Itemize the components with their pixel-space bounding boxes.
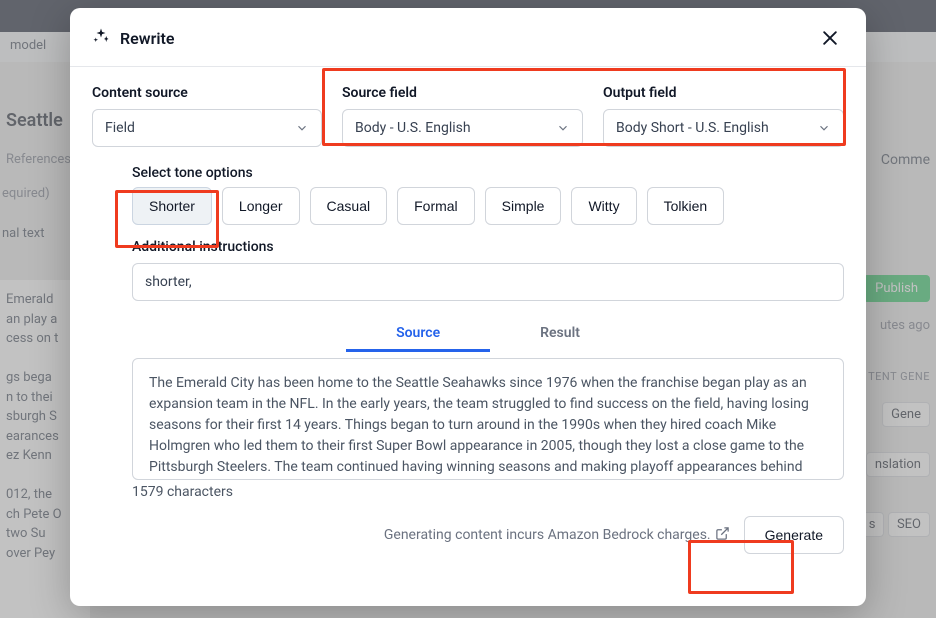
tone-button-tolkien[interactable]: Tolkien (647, 187, 725, 225)
tone-button-simple[interactable]: Simple (485, 187, 562, 225)
tone-button-casual[interactable]: Casual (310, 187, 388, 225)
tone-button-longer[interactable]: Longer (222, 187, 300, 225)
source-field-select[interactable]: Body - U.S. English (342, 109, 583, 147)
tone-options: Shorter Longer CasualFormal SimpleWitty Tolk… (132, 187, 844, 225)
content-source-select[interactable]: Field (92, 109, 322, 147)
chevron-down-icon (556, 121, 570, 135)
chevron-down-icon (817, 121, 831, 135)
output-field-label: Output field (603, 85, 844, 101)
character-count: 1579 characters (132, 484, 844, 500)
source-text-content: The Emerald City has been home to the Se… (149, 375, 809, 480)
content-source-value: Field (105, 120, 135, 136)
source-field-label: Source field (342, 85, 583, 101)
tone-label: Select tone options (132, 165, 844, 181)
source-result-tabs: Source Result (132, 317, 844, 352)
modal-header: Rewrite (70, 8, 866, 67)
tab-result[interactable]: Result (490, 317, 630, 352)
tone-button-witty[interactable]: Witty (571, 187, 636, 225)
tone-button-shorter[interactable]: Shorter (132, 187, 212, 225)
modal-title-text: Rewrite (120, 29, 174, 48)
tab-source[interactable]: Source (346, 317, 490, 352)
tone-button-formal[interactable]: Formal (397, 187, 475, 225)
additional-instructions-input[interactable] (132, 263, 844, 301)
generate-button[interactable]: Generate (744, 516, 844, 554)
source-field-value: Body - U.S. English (355, 120, 471, 136)
bedrock-notice: Generating content incurs Amazon Bedrock… (384, 526, 730, 545)
content-source-label: Content source (92, 85, 322, 101)
bedrock-notice-text: Generating content incurs Amazon Bedrock… (384, 527, 711, 543)
chevron-down-icon (295, 121, 309, 135)
rewrite-modal: Rewrite Content source Field Source fiel… (70, 8, 866, 606)
additional-instructions-label: Additional instructions (132, 239, 844, 255)
external-link-icon[interactable] (715, 526, 730, 545)
output-field-select[interactable]: Body Short - U.S. English (603, 109, 844, 147)
sparkle-icon (92, 27, 110, 49)
source-text-box: The Emerald City has been home to the Se… (132, 358, 844, 480)
output-field-value: Body Short - U.S. English (616, 120, 769, 136)
close-button[interactable] (816, 24, 844, 52)
